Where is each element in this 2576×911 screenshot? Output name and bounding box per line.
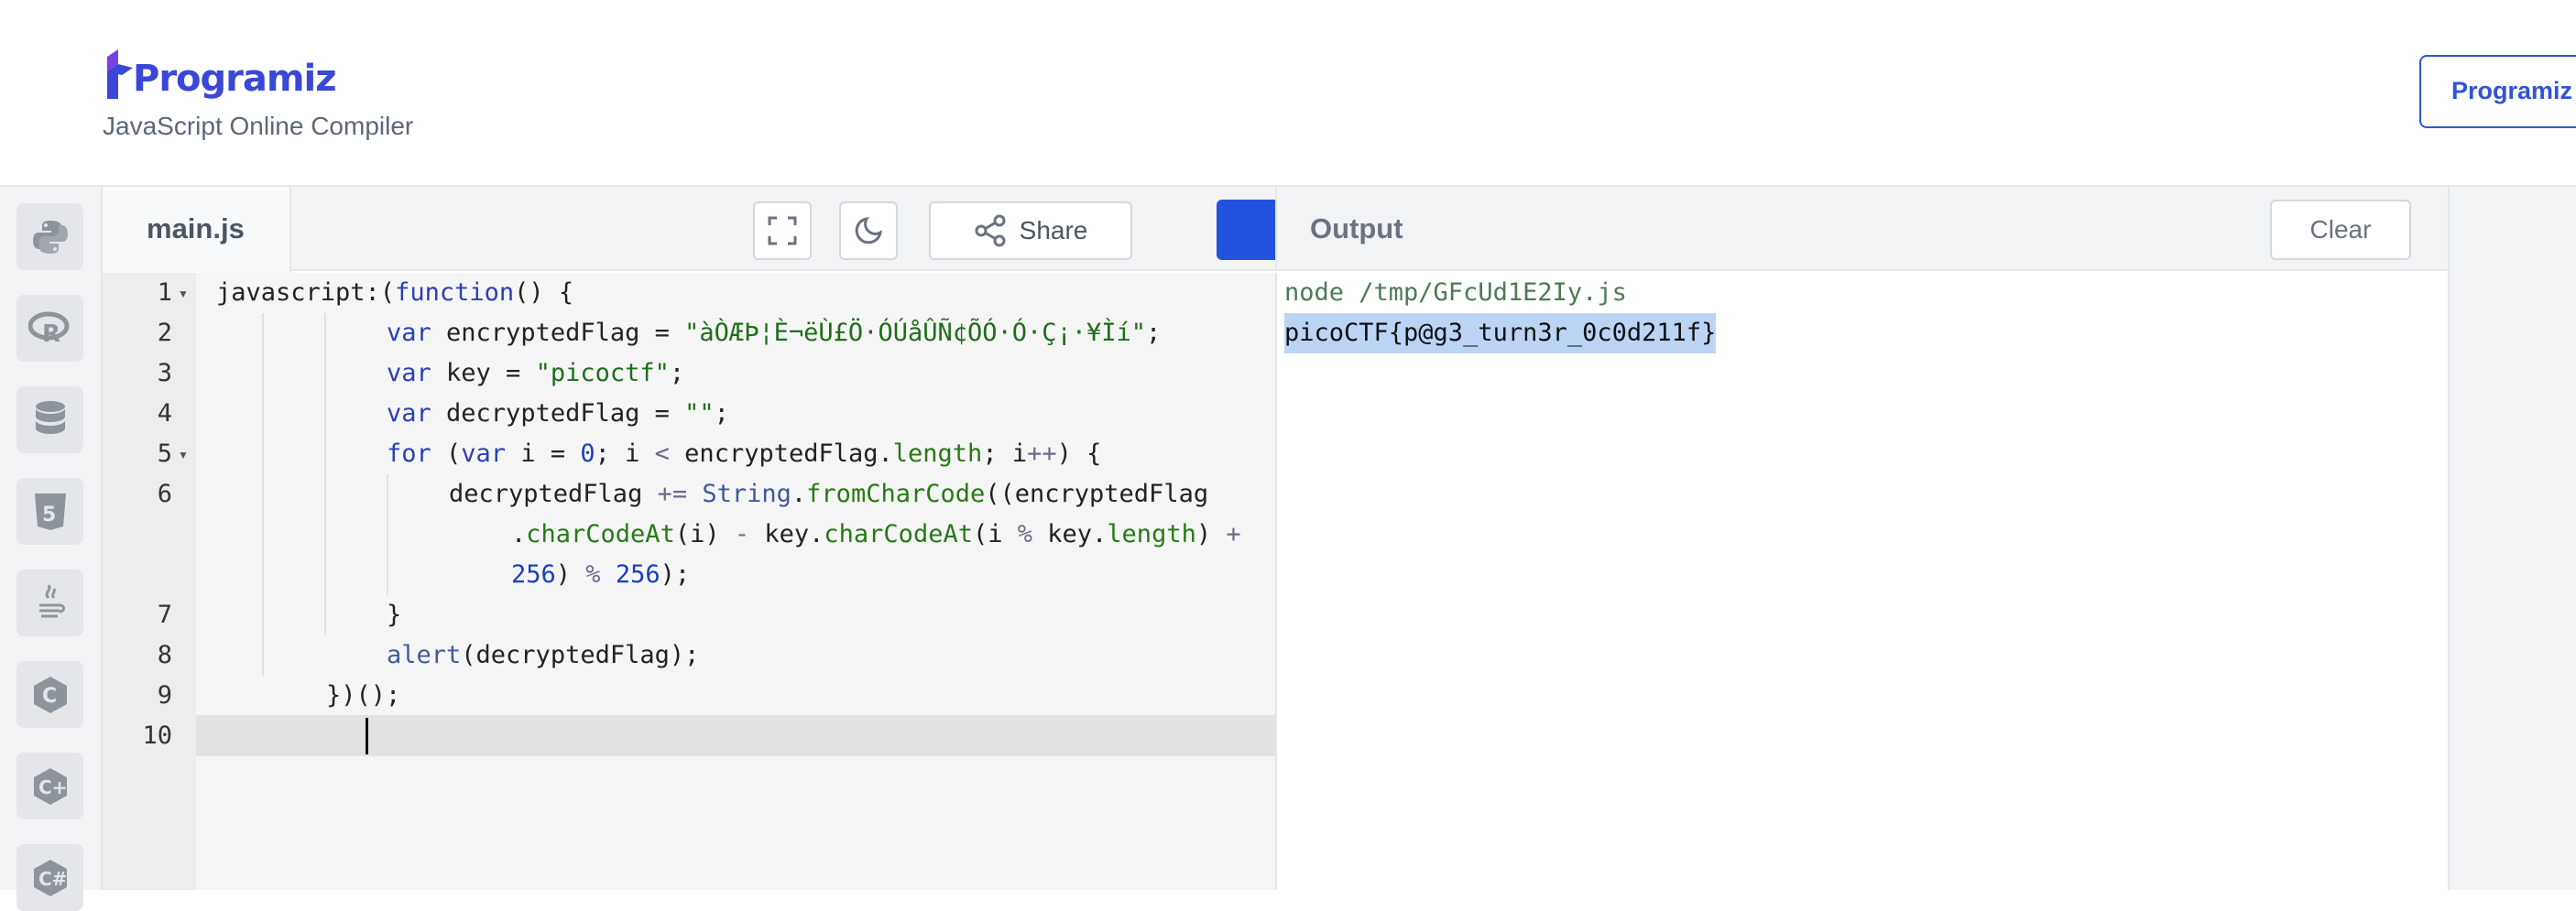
code-line-2: var encryptedFlag = "àÒÆÞ¦È¬ëÙ£Ö·ÓÚåÛÑ¢Õ…	[387, 319, 1162, 347]
indent-guide	[324, 313, 326, 635]
code-line-6-wrap-1: .charCodeAt(i) - key.charCodeAt(i % key.…	[511, 520, 1241, 548]
line-number: 1	[157, 278, 172, 307]
line-number-gutter: 1 2 3 4 5 6 7 8 9 10 ▼ ▼	[103, 273, 196, 890]
site-header: Programiz JavaScript Online Compiler Pro…	[0, 0, 2576, 187]
html5-icon[interactable]: 5	[16, 478, 83, 545]
svg-text:C: C	[42, 685, 57, 708]
python-icon[interactable]	[16, 203, 83, 270]
editor-toolbar: main.js Share Run	[103, 187, 1385, 273]
active-line-highlight	[103, 715, 1275, 756]
code-line-6-wrap-2: 256) % 256);	[511, 560, 691, 589]
output-panel[interactable]: node /tmp/GFcUd1E2Iy.js picoCTF{p@g3_tur…	[1275, 273, 2448, 890]
output-command: node /tmp/GFcUd1E2Iy.js	[1284, 278, 1627, 307]
svg-text:C#: C#	[38, 868, 67, 890]
code-line-9: })();	[326, 681, 401, 710]
svg-text:5: 5	[42, 504, 56, 526]
code-line-4: var decryptedFlag = "";	[387, 399, 729, 428]
line-number: 4	[157, 399, 172, 428]
line-number: 7	[157, 601, 172, 629]
text-cursor	[366, 718, 368, 754]
share-button[interactable]: Share	[929, 201, 1132, 260]
dark-mode-icon[interactable]	[839, 201, 898, 260]
svg-text:C+: C+	[38, 776, 67, 798]
fold-toggle-icon[interactable]: ▼	[178, 449, 189, 461]
database-icon[interactable]	[16, 386, 83, 453]
output-title: Output	[1310, 212, 1403, 244]
language-sidebar: R 5 C C+ C#	[0, 187, 103, 911]
line-number: 5	[157, 439, 172, 468]
line-number: 3	[157, 359, 172, 387]
line-number: 2	[157, 319, 172, 347]
right-panel	[2448, 187, 2576, 890]
share-label: Share	[1019, 216, 1088, 244]
code-line-8: alert(decryptedFlag);	[387, 641, 700, 669]
code-line-1: javascript:(function() {	[216, 278, 574, 307]
brand-name: Programiz	[133, 58, 337, 100]
indent-guide	[262, 313, 264, 676]
code-line-5: for (var i = 0; i < encryptedFlag.length…	[387, 439, 1102, 468]
fullscreen-icon[interactable]	[753, 201, 812, 260]
cpp-icon[interactable]: C+	[16, 753, 83, 819]
r-icon[interactable]: R	[16, 295, 83, 362]
fold-toggle-icon[interactable]: ▼	[178, 287, 189, 300]
page-subtitle: JavaScript Online Compiler	[103, 112, 414, 140]
output-result[interactable]: picoCTF{p@g3_turn3r_0c0d211f}	[1284, 313, 1717, 353]
clear-button[interactable]: Clear	[2270, 200, 2411, 260]
line-number: 10	[142, 721, 172, 750]
programiz-logo-mark-icon	[105, 48, 135, 101]
code-line-7: }	[387, 601, 402, 629]
file-tab-main-js[interactable]: main.js	[103, 187, 291, 273]
share-icon	[975, 214, 1006, 247]
java-icon[interactable]	[16, 569, 83, 636]
code-line-3: var key = "picoctf";	[387, 359, 685, 387]
line-number: 6	[157, 480, 172, 508]
svg-text:R: R	[42, 320, 60, 347]
output-toolbar: Output Clear	[1275, 187, 2448, 271]
programiz-logo[interactable]: Programiz	[105, 44, 337, 101]
indent-guide	[387, 474, 388, 595]
csharp-icon[interactable]: C#	[16, 844, 83, 911]
code-editor[interactable]: 1 2 3 4 5 6 7 8 9 10 ▼ ▼ javascript:(fun…	[103, 273, 1275, 890]
code-line-6: decryptedFlag += String.fromCharCode((en…	[449, 480, 1209, 508]
c-icon[interactable]: C	[16, 661, 83, 728]
programiz-pro-button[interactable]: Programiz	[2419, 55, 2576, 128]
line-number: 9	[157, 681, 172, 710]
line-number: 8	[157, 641, 172, 669]
